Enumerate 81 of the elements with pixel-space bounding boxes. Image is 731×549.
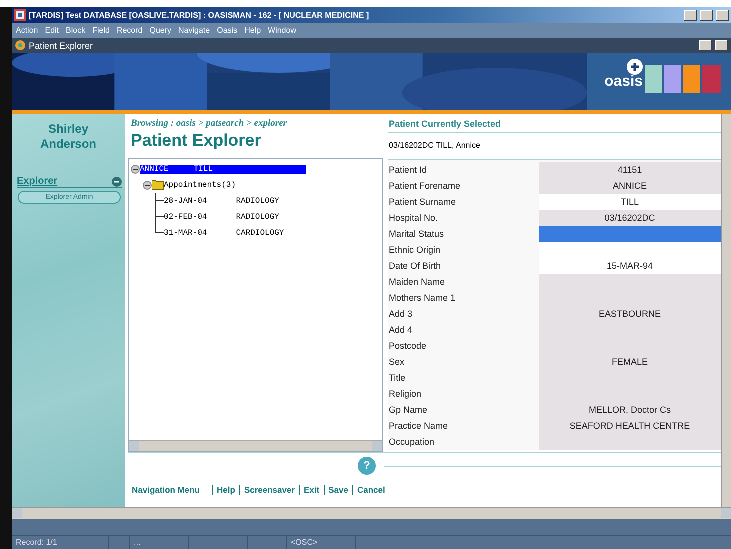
field-value[interactable] (539, 242, 721, 258)
user-first-name: Shirley (47, 122, 90, 137)
tree-item[interactable]: 02-FEB-04 RADIOLOGY (164, 212, 286, 222)
field-label: Postcode (388, 340, 428, 353)
menu-item[interactable]: Edit (45, 26, 60, 35)
window-title: [TARDIS] Test DATABASE [OASLIVE.TARDIS] : OASISMAN - 162 - [ NUCLEAR MEDICINE ] (29, 10, 370, 20)
field-label: Practice Name (388, 420, 450, 433)
menu-item[interactable]: Record (116, 26, 143, 35)
field-value[interactable] (539, 274, 721, 290)
footer-link[interactable]: Exit (299, 485, 324, 495)
collapse-icon[interactable] (131, 164, 140, 174)
field-value[interactable]: 15-MAR-94 (539, 258, 721, 274)
tree-item[interactable]: ANNICE TILL (140, 164, 306, 174)
tree-connector (155, 193, 164, 209)
field-label: Add 3 (388, 308, 414, 321)
field-label: Sex (388, 356, 406, 369)
menu-item[interactable]: Oasis (217, 26, 238, 35)
restore-button[interactable] (715, 40, 728, 51)
tree-item[interactable]: Appointments(3) (164, 180, 242, 190)
field-value[interactable]: SEAFORD HEALTH CENTRE (539, 418, 721, 434)
field-value[interactable]: FEMALE (539, 354, 721, 370)
status-text: ... (130, 536, 189, 549)
field-label: Ethnic Origin (388, 244, 442, 257)
menu-item[interactable]: Navigate (178, 26, 210, 35)
minimize-button[interactable] (699, 40, 712, 51)
status-text: Record: 1/1 (12, 536, 109, 549)
maximize-button[interactable] (700, 10, 713, 20)
field-value[interactable] (539, 226, 721, 242)
menu-item[interactable]: Action (16, 26, 38, 35)
menu-item[interactable]: Field (92, 26, 110, 35)
field-label: Patient Forename (388, 180, 462, 193)
field-label: Date Of Birth (388, 260, 442, 273)
user-last-name: Anderson (39, 137, 98, 152)
field-label: Maiden Name (388, 276, 446, 289)
page-title: Patient Explorer (130, 131, 262, 152)
field-label: Patient Id (388, 164, 428, 177)
footer-link[interactable]: Save (324, 485, 352, 495)
field-label: Hospital No. (388, 212, 440, 225)
field-label: Mothers Name 1 (388, 292, 457, 305)
field-label: Marital Status (388, 228, 446, 241)
folder-icon (152, 180, 164, 190)
field-label: Occupation (388, 436, 436, 449)
logo-text: oasis (604, 75, 643, 89)
tree-item[interactable]: 28-JAN-04 RADIOLOGY (164, 196, 286, 206)
footer-link[interactable]: Navigation Menu (132, 485, 204, 495)
section-heading: Patient Currently Selected (388, 114, 721, 133)
field-value[interactable]: ANNICE (539, 178, 721, 194)
inner-window-title: Patient Explorer (29, 40, 94, 50)
menu-item[interactable]: Window (268, 26, 296, 35)
section-link[interactable]: Explorer (17, 176, 112, 187)
status-text: <OSC> (287, 536, 356, 549)
field-value[interactable] (539, 434, 721, 450)
collapse-icon[interactable] (112, 176, 122, 186)
plus-circle-icon (627, 59, 643, 75)
help-button[interactable]: ? (358, 457, 376, 475)
field-value[interactable]: 03/16202DC (539, 210, 721, 226)
menu-item[interactable]: Block (66, 26, 86, 35)
footer-link[interactable]: Cancel (352, 485, 390, 495)
window-icon (15, 40, 26, 51)
field-label: Add 4 (388, 324, 414, 337)
app-icon (14, 9, 26, 21)
close-button[interactable] (716, 10, 729, 20)
field-value[interactable]: EASTBOURNE (539, 306, 721, 322)
field-label: Title (388, 372, 407, 385)
minimize-button[interactable] (684, 10, 697, 20)
field-label: Patient Surname (388, 196, 458, 209)
scrollbar[interactable] (12, 507, 731, 519)
scrollbar[interactable] (129, 440, 382, 451)
field-label: Gp Name (388, 404, 429, 417)
footer-link[interactable]: Help (212, 485, 240, 495)
menu-item[interactable]: Help (244, 26, 262, 35)
field-value[interactable]: MELLOR, Doctor Cs (539, 402, 721, 418)
menu-item[interactable]: Query (150, 26, 172, 35)
field-value[interactable]: TILL (539, 194, 721, 210)
footer-link[interactable]: Screensaver (239, 485, 300, 495)
field-value[interactable]: 41151 (539, 162, 721, 178)
scrollbar[interactable] (721, 114, 731, 507)
collapse-icon[interactable] (143, 180, 152, 190)
tree-item[interactable]: 31-MAR-04 CARDIOLOGY (164, 228, 290, 238)
field-label: Religion (388, 388, 423, 401)
breadcrumb: Browsing : oasis > patsearch > explorer (130, 119, 288, 129)
